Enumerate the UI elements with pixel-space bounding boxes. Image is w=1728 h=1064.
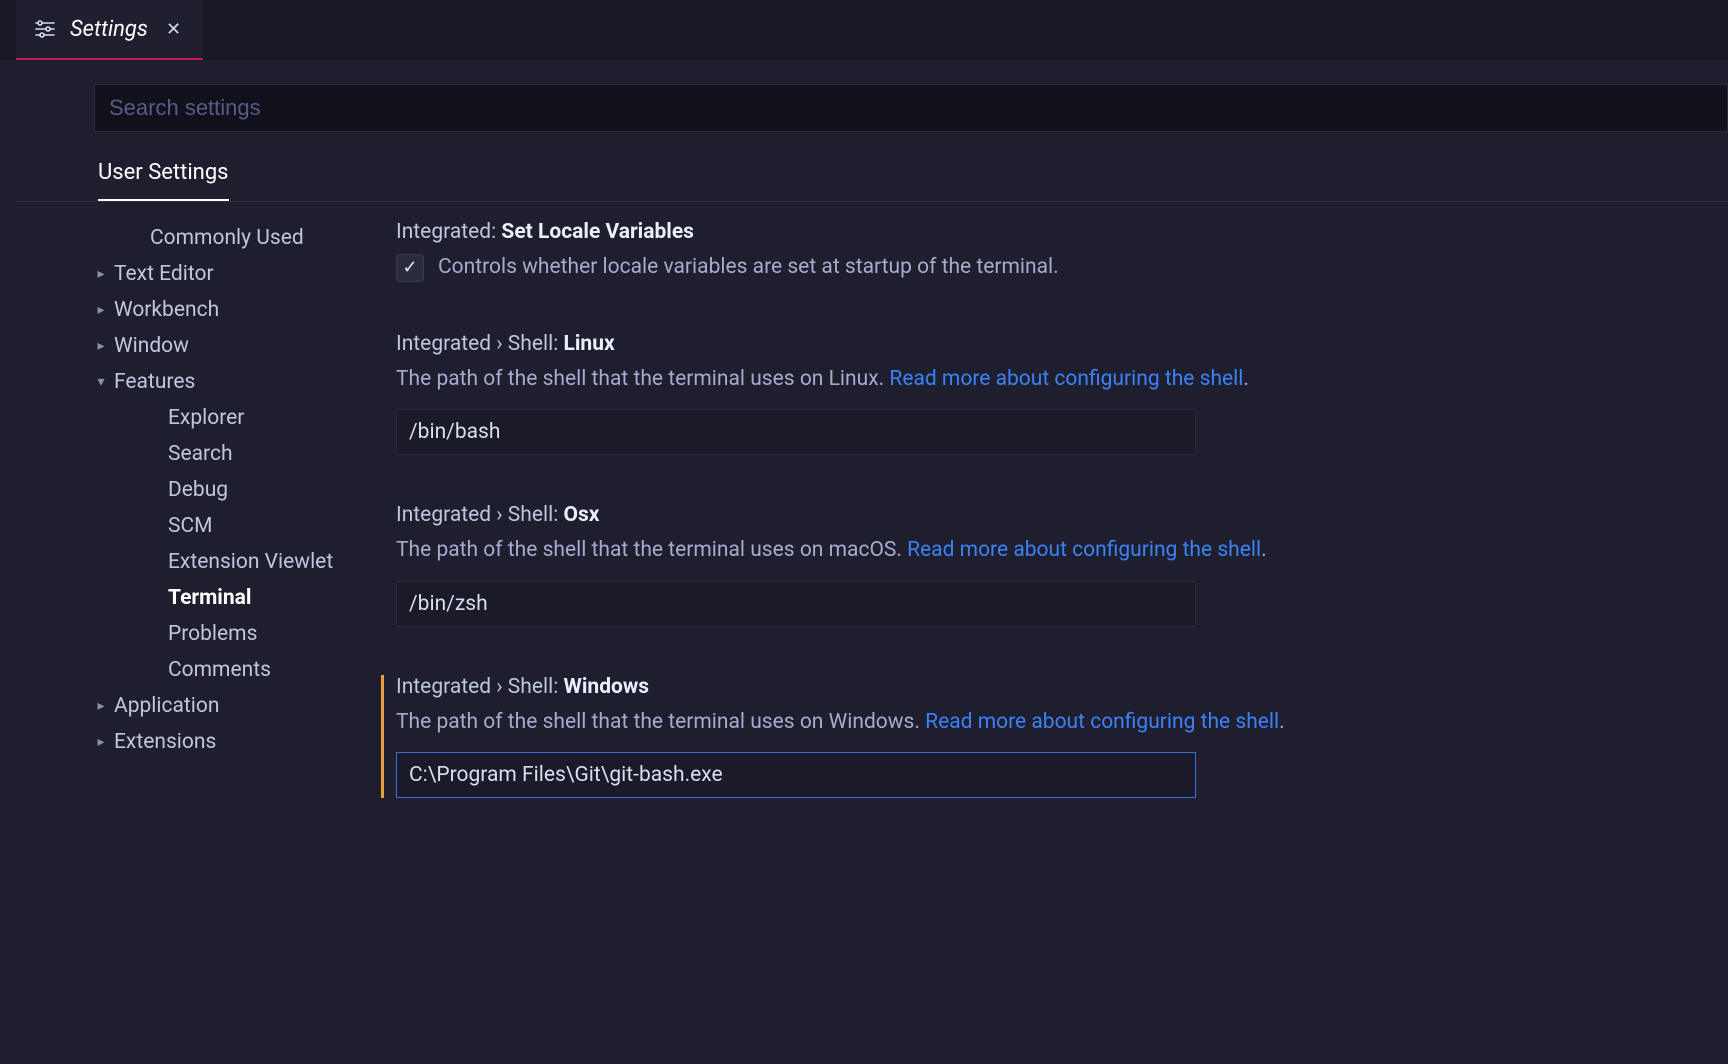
setting-shell-linux: Integrated › Shell: Linux The path of th… (396, 332, 1708, 456)
sidebar-item-label: Explorer (168, 406, 244, 430)
settings-icon (34, 20, 56, 38)
tab-title: Settings (70, 17, 148, 42)
sidebar-item-label: Commonly Used (150, 226, 304, 250)
sidebar-item-label: Window (114, 334, 189, 358)
sidebar-item-label: Comments (168, 658, 271, 682)
sidebar-item-label: Application (114, 694, 219, 718)
sidebar-item-label: Workbench (114, 298, 219, 322)
input-shell-osx[interactable] (396, 581, 1196, 627)
chevron-right-icon: ▸ (94, 302, 108, 318)
setting-shell-windows: Integrated › Shell: Windows The path of … (381, 675, 1708, 799)
tab-user-settings[interactable]: User Settings (98, 150, 229, 201)
sidebar-item-label: Extension Viewlet (168, 550, 333, 574)
link-configure-shell[interactable]: Read more about configuring the shell (889, 367, 1243, 391)
sidebar-item-window[interactable]: ▸ Window (94, 328, 386, 364)
link-configure-shell[interactable]: Read more about configuring the shell (925, 710, 1279, 734)
sidebar-item-commonly-used[interactable]: Commonly Used (94, 220, 386, 256)
settings-panel: Integrated: Set Locale Variables ✓ Contr… (396, 220, 1728, 1064)
chevron-right-icon: ▸ (94, 734, 108, 750)
sidebar-item-problems[interactable]: Problems (94, 616, 386, 652)
tab-bar: Settings ✕ (0, 0, 1728, 60)
sidebar-item-features[interactable]: ▾ Features (94, 364, 386, 400)
sidebar-item-workbench[interactable]: ▸ Workbench (94, 292, 386, 328)
sidebar-item-explorer[interactable]: Explorer (94, 400, 386, 436)
input-shell-linux[interactable] (396, 409, 1196, 455)
sidebar-item-label: Terminal (168, 586, 251, 610)
sidebar-item-extension-viewlet[interactable]: Extension Viewlet (94, 544, 386, 580)
settings-sidebar: Commonly Used ▸ Text Editor ▸ Workbench ▸ Wind… (16, 220, 396, 1064)
chevron-down-icon: ▾ (94, 374, 108, 390)
sidebar-item-label: Search (168, 442, 233, 466)
sidebar-item-extensions[interactable]: ▸ Extensions (94, 724, 386, 760)
checkbox-locale[interactable]: ✓ (396, 254, 424, 282)
sidebar-item-label: Features (114, 370, 195, 394)
link-configure-shell[interactable]: Read more about configuring the shell (907, 538, 1261, 562)
search-bar (16, 60, 1728, 150)
setting-title: Integrated › Shell: Osx (396, 503, 1708, 527)
sidebar-item-debug[interactable]: Debug (94, 472, 386, 508)
sidebar-item-application[interactable]: ▸ Application (94, 688, 386, 724)
setting-shell-osx: Integrated › Shell: Osx The path of the … (396, 503, 1708, 627)
chevron-right-icon: ▸ (94, 266, 108, 282)
setting-description: The path of the shell that the terminal … (396, 535, 1708, 567)
sidebar-item-text-editor[interactable]: ▸ Text Editor (94, 256, 386, 292)
sidebar-item-comments[interactable]: Comments (94, 652, 386, 688)
chevron-right-icon: ▸ (94, 338, 108, 354)
sidebar-item-terminal[interactable]: Terminal (94, 580, 386, 616)
search-input[interactable] (94, 84, 1728, 132)
sidebar-item-label: Extensions (114, 730, 216, 754)
sidebar-item-label: Debug (168, 478, 228, 502)
sidebar-item-label: SCM (168, 514, 212, 538)
chevron-right-icon: ▸ (94, 698, 108, 714)
setting-description: Controls whether locale variables are se… (438, 252, 1059, 284)
sidebar-item-scm[interactable]: SCM (94, 508, 386, 544)
tab-settings[interactable]: Settings ✕ (16, 0, 203, 60)
sidebar-item-label: Problems (168, 622, 257, 646)
scope-tabs: User Settings (16, 150, 1728, 202)
setting-description: The path of the shell that the terminal … (396, 364, 1708, 396)
input-shell-windows[interactable] (396, 752, 1196, 798)
setting-set-locale-variables: Integrated: Set Locale Variables ✓ Contr… (396, 220, 1708, 284)
setting-title: Integrated › Shell: Windows (396, 675, 1708, 699)
sidebar-item-search[interactable]: Search (94, 436, 386, 472)
setting-title: Integrated › Shell: Linux (396, 332, 1708, 356)
sidebar-item-label: Text Editor (114, 262, 214, 286)
close-icon[interactable]: ✕ (162, 19, 185, 40)
setting-title: Integrated: Set Locale Variables (396, 220, 1708, 244)
setting-description: The path of the shell that the terminal … (396, 707, 1708, 739)
